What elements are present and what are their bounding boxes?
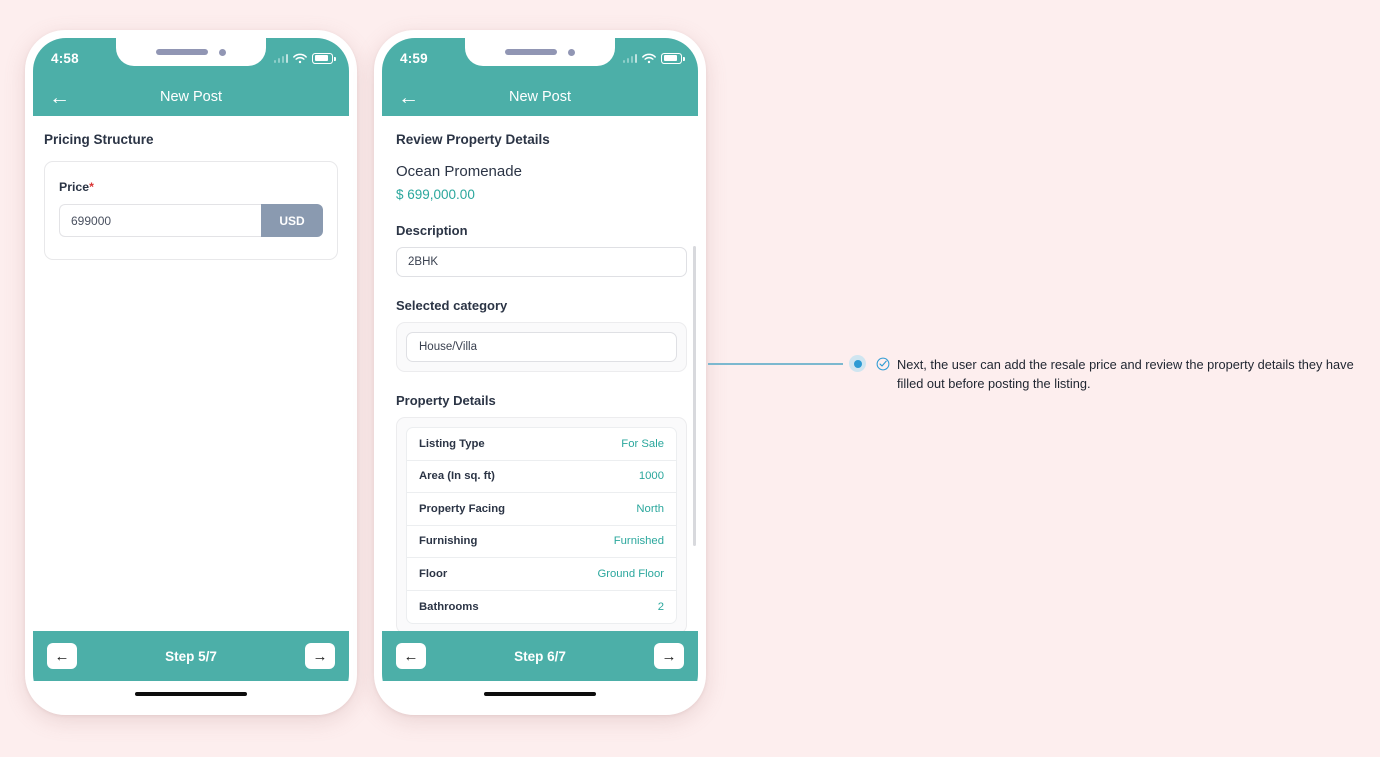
- detail-key: Property Facing: [419, 502, 506, 515]
- vertical-scrollbar[interactable]: [693, 246, 696, 546]
- notch-speaker-icon: [156, 49, 208, 55]
- status-time: 4:58: [51, 50, 79, 66]
- page-title: Pricing Structure: [44, 132, 154, 147]
- price-input[interactable]: [59, 204, 261, 237]
- table-row: Area (In sq. ft) 1000: [407, 461, 676, 493]
- price-label-text: Price: [59, 180, 90, 194]
- property-details-box: Listing Type For Sale Area (In sq. ft) 1…: [396, 417, 687, 631]
- prev-step-button[interactable]: ←: [47, 643, 77, 669]
- detail-key: Listing Type: [419, 437, 485, 450]
- status-time: 4:59: [400, 50, 428, 66]
- detail-value: 2: [657, 600, 664, 613]
- notch-camera-icon: [568, 48, 575, 56]
- annotation-callout: Next, the user can add the resale price …: [876, 355, 1354, 394]
- step-indicator-label: Step 5/7: [165, 648, 217, 664]
- home-indicator[interactable]: [135, 692, 247, 696]
- price-card: Price* USD: [44, 161, 338, 260]
- detail-value: For Sale: [621, 437, 664, 450]
- phone-notch: [116, 38, 266, 66]
- phone-2-app-bar: ← New Post: [382, 78, 698, 116]
- table-row: Bathrooms 2: [407, 591, 676, 624]
- detail-key: Area (In sq. ft): [419, 470, 495, 483]
- phone-notch: [465, 38, 615, 66]
- price-label: Price*: [59, 180, 323, 194]
- phone-2-screen: 4:59 ← New Post Review Property Details …: [382, 38, 698, 707]
- property-name: Ocean Promenade: [396, 163, 522, 180]
- property-details-list: Listing Type For Sale Area (In sq. ft) 1…: [406, 427, 677, 624]
- property-price: $ 699,000.00: [396, 187, 475, 202]
- phone-2-content: Review Property Details Ocean Promenade …: [382, 116, 698, 631]
- description-label: Description: [396, 223, 468, 238]
- phone-1-step-bar: ← Step 5/7 →: [33, 631, 349, 681]
- status-icons-group: [622, 52, 685, 64]
- signal-bars-icon: [622, 53, 637, 63]
- next-step-button[interactable]: →: [305, 643, 335, 669]
- battery-icon: [312, 52, 336, 64]
- price-input-row: USD: [59, 204, 323, 237]
- phone-2-home-area: [382, 681, 698, 707]
- detail-key: Furnishing: [419, 535, 478, 548]
- phone-1-status-bar: 4:58: [33, 38, 349, 78]
- category-label: Selected category: [396, 298, 508, 313]
- next-step-button[interactable]: →: [654, 643, 684, 669]
- status-icons-group: [273, 52, 336, 64]
- phone-1-content: Pricing Structure Price* USD: [33, 116, 349, 631]
- table-row: Furnishing Furnished: [407, 526, 676, 558]
- home-indicator[interactable]: [484, 692, 596, 696]
- signal-bars-icon: [273, 53, 288, 63]
- phone-1-home-area: [33, 681, 349, 707]
- step-indicator-label: Step 6/7: [514, 648, 566, 664]
- annotation-connector-line: [708, 363, 843, 365]
- detail-key: Floor: [419, 567, 448, 580]
- detail-value: Ground Floor: [597, 567, 664, 580]
- table-row: Listing Type For Sale: [407, 428, 676, 461]
- annotation-text: Next, the user can add the resale price …: [897, 357, 1354, 392]
- check-circle-icon: [876, 357, 890, 371]
- app-bar-title: New Post: [159, 89, 223, 105]
- notch-speaker-icon: [505, 49, 557, 55]
- detail-value: North: [636, 502, 664, 515]
- category-box: House/Villa: [396, 322, 687, 372]
- app-bar-title: New Post: [508, 89, 572, 105]
- phone-mockup-1: 4:58 ← New Post Pricing Structure Price*…: [25, 30, 357, 715]
- wifi-icon: [293, 53, 307, 63]
- property-details-label: Property Details: [396, 393, 496, 408]
- battery-icon: [661, 52, 685, 64]
- prev-step-button[interactable]: ←: [396, 643, 426, 669]
- phone-mockup-2: 4:59 ← New Post Review Property Details …: [374, 30, 706, 715]
- table-row: Floor Ground Floor: [407, 558, 676, 591]
- currency-button[interactable]: USD: [261, 204, 323, 237]
- annotation-marker-dot: [849, 355, 866, 372]
- detail-value: Furnished: [613, 535, 664, 548]
- wifi-icon: [642, 53, 656, 63]
- phone-1-screen: 4:58 ← New Post Pricing Structure Price*…: [33, 38, 349, 707]
- phone-2-scroll-area[interactable]: Review Property Details Ocean Promenade …: [382, 132, 698, 631]
- detail-value: 1000: [638, 470, 664, 483]
- screenshot-canvas: 4:58 ← New Post Pricing Structure Price*…: [0, 0, 1380, 757]
- required-asterisk: *: [89, 180, 94, 194]
- table-row: Property Facing North: [407, 493, 676, 526]
- category-value[interactable]: House/Villa: [406, 332, 677, 362]
- page-title: Review Property Details: [396, 132, 550, 147]
- detail-key: Bathrooms: [419, 600, 479, 613]
- phone-2-step-bar: ← Step 6/7 →: [382, 631, 698, 681]
- description-value[interactable]: 2BHK: [396, 247, 687, 277]
- phone-2-status-bar: 4:59: [382, 38, 698, 78]
- notch-camera-icon: [219, 48, 226, 56]
- phone-1-app-bar: ← New Post: [33, 78, 349, 116]
